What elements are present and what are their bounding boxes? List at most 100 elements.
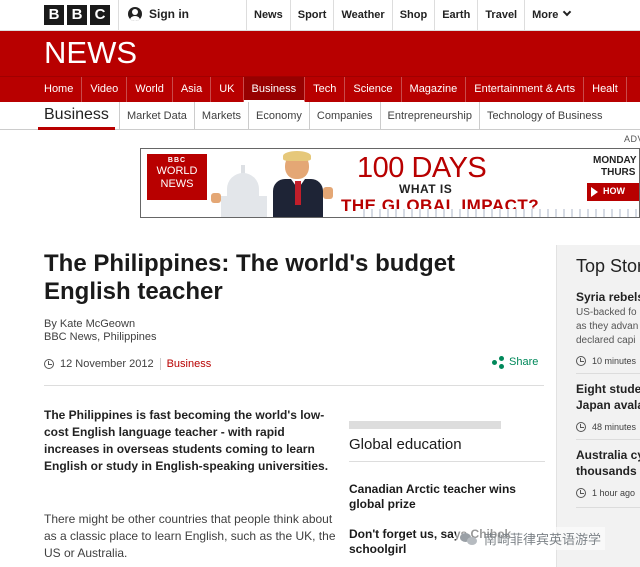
signin-button[interactable]: Sign in [128,7,189,21]
top-story-headline[interactable]: thousands [576,464,640,479]
capitol-dome-image [221,163,267,217]
chevron-down-icon [563,7,572,17]
section-nav-entrepreneurship[interactable]: Entrepreneurship [379,102,479,130]
top-nav-travel[interactable]: Travel [477,0,524,31]
news-nav-business[interactable]: Business [243,77,306,103]
news-nav-entertainment[interactable]: Entertainment & Arts [466,77,585,103]
ad-logo-bbc: BBC [167,157,187,164]
section-title[interactable]: Business [38,106,115,130]
top-story-summary: declared capi [576,335,636,346]
article-paragraph: There might be other countries that peop… [44,512,336,560]
top-story-summary: US-backed fo [576,307,637,318]
news-nav-health[interactable]: Healt [584,77,627,103]
divider [349,461,545,462]
share-icon [492,356,504,369]
thumb-left [211,193,221,203]
top-story-summary: as they advan [576,321,639,332]
section-nav-market-data[interactable]: Market Data [119,102,194,130]
top-nav-weather[interactable]: Weather [333,0,391,31]
ad-schedule-2: THURS [601,167,636,178]
ad-schedule-1: MONDAY [593,155,637,166]
section-nav-markets[interactable]: Markets [193,102,248,130]
bbc-logo-letter: B [67,5,87,25]
news-nav: Home Video World Asia UK Business Tech S… [0,76,640,103]
divider [576,507,640,508]
top-stories-title: Top Stor [576,256,640,276]
section-nav-technology-of-business[interactable]: Technology of Business [478,102,610,130]
play-icon [591,187,598,197]
news-logo[interactable]: NEWS [44,35,137,71]
related-bar [349,421,501,429]
watermark: 南崎菲律宾英语游学 [456,527,606,550]
top-nav-news[interactable]: News [246,0,290,31]
ad-logo-line: WORLD [156,165,198,177]
article-date: 12 November 2012 [60,358,154,370]
person-image [273,151,325,217]
news-nav-home[interactable]: Home [36,77,83,103]
news-nav-science[interactable]: Science [345,77,402,103]
divider [576,373,640,374]
bbc-logo-letter: B [44,5,64,25]
news-nav-uk[interactable]: UK [211,77,244,103]
signin-label: Sign in [149,7,189,21]
ad-logo-line: NEWS [160,178,194,190]
section-nav-companies[interactable]: Companies [308,102,380,130]
date-row: 12 November 2012 Business [44,358,211,370]
divider [44,385,544,386]
related-title: Global education [349,436,462,453]
ad-headline: 100 DAYS [357,152,487,184]
news-banner: NEWS [0,31,640,76]
watermark-text: 南崎菲律宾英语游学 [484,533,602,548]
top-story-time-label: 48 minutes [592,422,637,432]
stripes-decoration [357,209,639,217]
author: By Kate McGeown [44,318,136,330]
ad-button-label: HOW [603,186,625,196]
top-story-headline[interactable]: Japan avala [576,398,640,413]
clock-icon [576,422,586,432]
news-nav-asia[interactable]: Asia [173,77,212,103]
top-story-headline[interactable]: Syria rebels [576,290,640,305]
byline: By Kate McGeown BBC News, Philippines [44,318,157,344]
user-icon [128,7,142,21]
share-label: Share [509,356,539,368]
divider [159,358,161,370]
news-nav-magazine[interactable]: Magazine [402,77,467,103]
top-story-time: 1 hour ago [576,488,635,498]
top-story-time-label: 10 minutes [592,356,637,366]
divider [118,0,119,31]
article-section-tag[interactable]: Business [167,358,212,370]
ad-watch-button[interactable]: HOW [587,183,639,201]
top-story-time-label: 1 hour ago [592,488,636,498]
share-button[interactable]: Share [492,356,539,369]
ad-subline: WHAT IS [399,182,453,196]
top-stories-panel: Top Stor Syria rebels US-backed fo as th… [556,245,640,567]
news-nav-video[interactable]: Video [82,77,128,103]
article-intro: The Philippines is fast becoming the wor… [44,408,329,473]
section-nav: Business Market Data Markets Economy Com… [0,102,640,130]
clock-icon [44,359,54,369]
thumb-right [323,187,333,199]
top-nav-earth[interactable]: Earth [434,0,477,31]
top-nav-sport[interactable]: Sport [289,0,334,31]
bbc-logo-letter: C [90,5,110,25]
news-nav-world[interactable]: World [127,77,173,103]
clock-icon [576,356,586,366]
related-link[interactable]: Canadian Arctic teacher wins global priz… [349,482,545,512]
top-nav-more[interactable]: More [524,0,577,31]
advert-banner[interactable]: BBC WORLD NEWS 100 DAYS WHAT IS THE GLOB… [140,148,640,218]
top-story-headline[interactable]: Australia cy [576,448,640,463]
section-nav-economy[interactable]: Economy [248,102,309,130]
top-story-time: 48 minutes [576,422,636,432]
outlet: BBC News, Philippines [44,331,157,343]
top-nav-shop[interactable]: Shop [391,0,435,31]
wechat-icon [460,532,478,546]
top-story-time: 10 minutes [576,356,636,366]
bbc-world-news-logo: BBC WORLD NEWS [147,154,207,200]
news-nav-tech[interactable]: Tech [305,77,346,103]
clock-icon [576,488,586,498]
top-story-headline[interactable]: Eight stude [576,382,640,397]
divider [576,439,640,440]
bbc-logo[interactable]: B B C [44,5,110,25]
top-bar: B B C Sign in News Sport Weather Shop Ea… [0,0,640,31]
top-nav: News Sport Weather Shop Earth Travel Mor… [246,0,577,31]
